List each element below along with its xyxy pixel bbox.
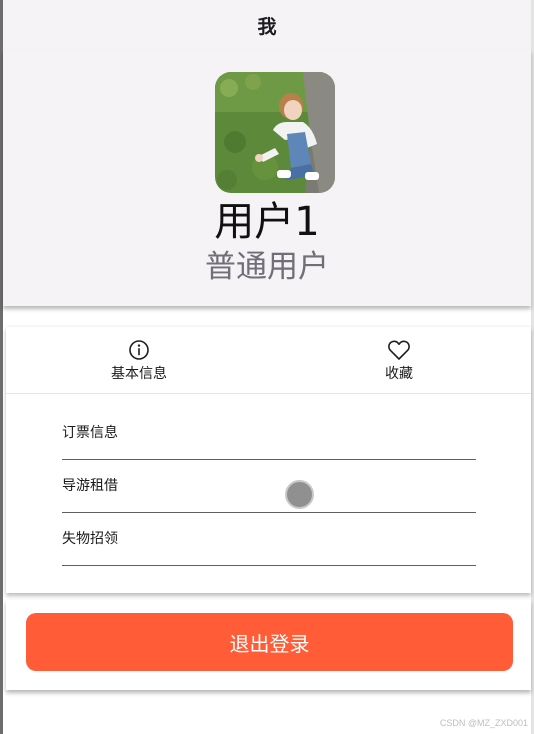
menu-item-guide-rental[interactable]: 导游租借 xyxy=(62,460,476,513)
menu-item-label: 订票信息 xyxy=(62,425,118,441)
app-bar: 我 xyxy=(3,0,531,50)
basic-info-button[interactable]: 基本信息 xyxy=(79,339,199,383)
actions-card: 基本信息 收藏 订票信息 导游租借 失物招领 xyxy=(6,327,531,593)
app-screen: 我 用户1 普通用户 基本信息 收藏 订票信息 导游租借 失物招领 退出登录 C… xyxy=(0,0,534,734)
user-photo-avatar-icon xyxy=(215,72,335,193)
profile-card: 用户1 普通用户 xyxy=(3,50,531,306)
favorites-button[interactable]: 收藏 xyxy=(339,339,459,383)
menu-item-lost-and-found[interactable]: 失物招领 xyxy=(62,513,476,566)
logout-section: 退出登录 xyxy=(6,600,531,690)
quick-actions-row: 基本信息 收藏 xyxy=(6,327,531,394)
favorites-label: 收藏 xyxy=(385,366,413,382)
menu-item-label: 导游租借 xyxy=(62,478,118,494)
menu-item-label: 失物招领 xyxy=(62,531,118,547)
heart-outline-icon xyxy=(388,340,410,360)
page-title: 我 xyxy=(257,15,277,38)
menu-item-ticket-info[interactable]: 订票信息 xyxy=(62,407,476,460)
touch-indicator xyxy=(285,480,314,509)
info-circle-icon xyxy=(129,340,149,360)
basic-info-label: 基本信息 xyxy=(111,366,167,382)
avatar[interactable] xyxy=(215,72,335,193)
user-type-label: 普通用户 xyxy=(205,249,329,285)
menu-list: 订票信息 导游租借 失物招领 xyxy=(62,407,476,566)
username-label: 用户1 xyxy=(214,199,320,245)
watermark: CSDN @MZ_ZXD001 xyxy=(439,718,528,728)
logout-button[interactable]: 退出登录 xyxy=(26,613,513,671)
